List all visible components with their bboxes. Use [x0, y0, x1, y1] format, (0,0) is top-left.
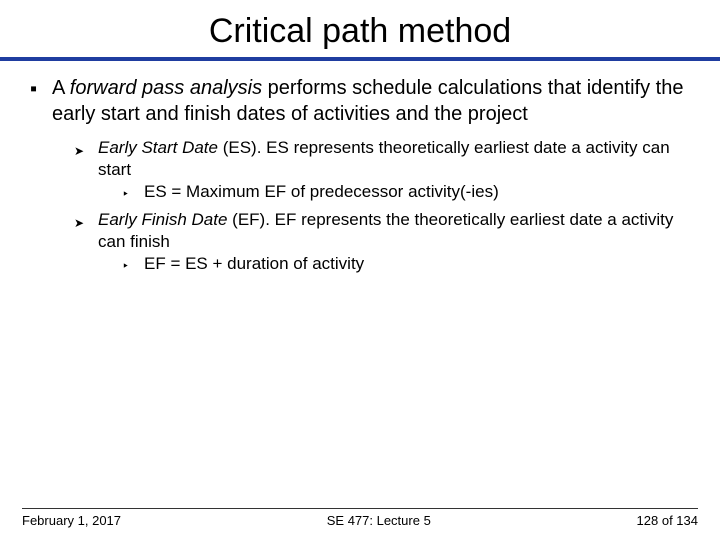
item-italic: Early Finish Date	[98, 210, 227, 229]
bullet-level1: ▪︎ A forward pass analysis performs sche…	[30, 75, 690, 127]
pointer-bullet-icon: ‣	[122, 181, 138, 205]
level3-wrap: ‣ ES = Maximum EF of predecessor activit…	[98, 181, 690, 205]
bullet-level2: ➤ Early Finish Date (EF). EF represents …	[74, 209, 690, 279]
footer-center: SE 477: Lecture 5	[327, 513, 431, 528]
slide: Critical path method ▪︎ A forward pass a…	[0, 0, 720, 540]
square-bullet-icon: ▪︎	[30, 75, 44, 127]
pointer-bullet-icon: ‣	[122, 253, 138, 277]
footer-page: 128 of 134	[637, 513, 698, 528]
bullet-level2: ➤ Early Start Date (ES). ES represents t…	[74, 137, 690, 207]
bullet-level3: ‣ EF = ES + duration of activity	[122, 253, 690, 277]
content-area: ▪︎ A forward pass analysis performs sche…	[0, 75, 720, 508]
bullet-level3: ‣ ES = Maximum EF of predecessor activit…	[122, 181, 690, 205]
footer-inner: February 1, 2017 SE 477: Lecture 5 128 o…	[22, 513, 698, 528]
item-text: Early Start Date (ES). ES represents the…	[92, 137, 690, 207]
lead-text: A forward pass analysis performs schedul…	[44, 75, 690, 127]
lead-pre: A	[52, 77, 70, 99]
footer-date: February 1, 2017	[22, 513, 121, 528]
chevron-bullet-icon: ➤	[74, 137, 92, 207]
item-italic: Early Start Date	[98, 138, 218, 157]
lead-italic: forward pass analysis	[70, 77, 262, 99]
sub-text: ES = Maximum EF of predecessor activity(…	[138, 181, 499, 205]
title-underline	[0, 57, 720, 61]
footer-divider	[22, 508, 698, 509]
level3-wrap: ‣ EF = ES + duration of activity	[98, 253, 690, 277]
footer: February 1, 2017 SE 477: Lecture 5 128 o…	[0, 508, 720, 540]
slide-title: Critical path method	[0, 0, 720, 57]
sub-text: EF = ES + duration of activity	[138, 253, 364, 277]
chevron-bullet-icon: ➤	[74, 209, 92, 279]
level2-wrap: ➤ Early Start Date (ES). ES represents t…	[30, 137, 690, 279]
item-text: Early Finish Date (EF). EF represents th…	[92, 209, 690, 279]
